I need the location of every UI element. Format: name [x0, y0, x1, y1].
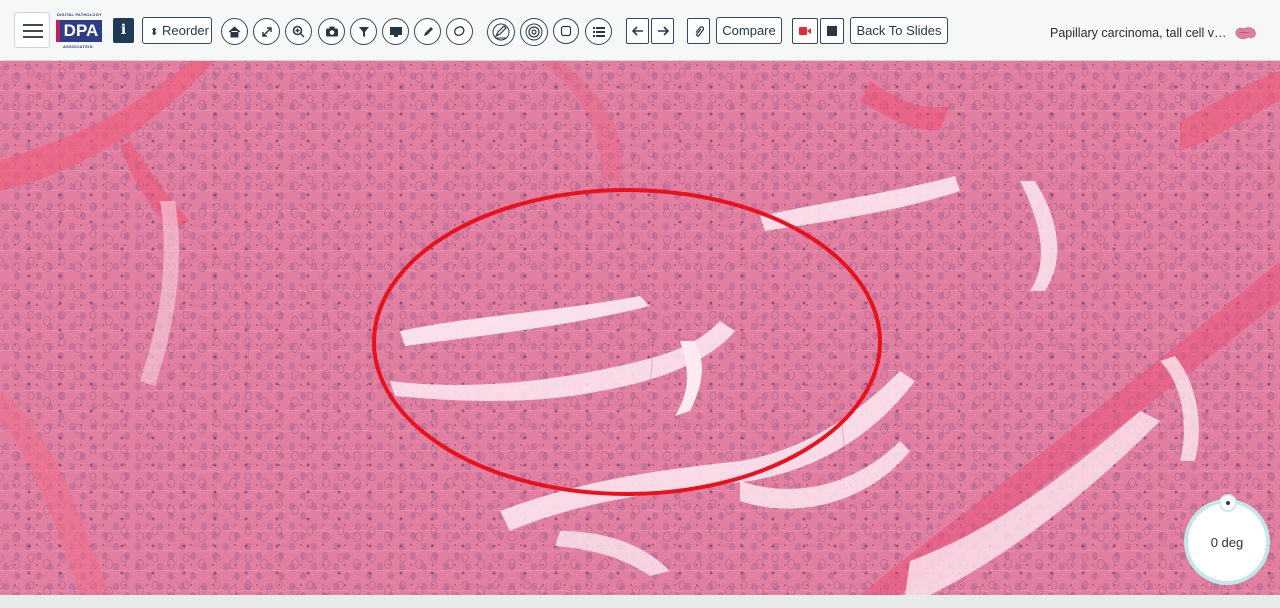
square-icon [560, 25, 572, 37]
attachment-button[interactable] [687, 18, 710, 44]
camera-icon [325, 26, 338, 37]
slide-title: Papillary carcinoma, tall cell variant [1050, 26, 1228, 40]
target-button[interactable] [520, 18, 548, 46]
tissue-image[interactable] [0, 61, 1280, 595]
monitor-icon [389, 26, 402, 37]
hamburger-menu-button[interactable] [14, 12, 50, 48]
filter-button[interactable] [350, 18, 377, 45]
compare-button[interactable]: Compare [716, 17, 782, 44]
stop-button[interactable] [820, 18, 844, 44]
lasso-icon [454, 26, 465, 36]
footer-bar [0, 595, 1280, 608]
lasso-button[interactable] [446, 18, 473, 45]
arrow-right-icon [657, 26, 669, 36]
info-button[interactable]: i [113, 18, 134, 43]
slide-thumbnail[interactable] [1233, 25, 1257, 41]
home-icon [228, 25, 241, 37]
filter-icon [358, 26, 369, 37]
draw-button[interactable] [414, 18, 441, 45]
rectangle-tool-button[interactable] [553, 18, 579, 44]
rotation-value: 0 deg [1210, 534, 1244, 550]
zoom-in-icon [292, 25, 305, 38]
top-toolbar: DIGITAL PATHOLOGY DPA ASSOCIATION i ⬍ Re… [0, 0, 1280, 61]
draw-edit-icon [492, 23, 510, 41]
sort-icon: ⬍ [150, 27, 159, 38]
record-button[interactable] [792, 18, 818, 44]
home-button[interactable] [221, 18, 248, 45]
pencil-icon [423, 26, 433, 36]
zoom-button[interactable] [285, 18, 312, 45]
paperclip-icon [695, 25, 704, 37]
fullscreen-button[interactable] [253, 18, 280, 45]
snapshot-button[interactable] [318, 18, 345, 45]
logo-subtitle: ASSOCIATION [63, 44, 93, 49]
reorder-button[interactable]: ⬍ Reorder [142, 17, 212, 44]
expand-icon [261, 26, 272, 37]
reorder-label: Reorder [162, 23, 209, 38]
annotation-edit-button[interactable] [487, 18, 515, 46]
logo-mark: DPA [56, 20, 102, 42]
rotation-handle[interactable] [1219, 494, 1237, 512]
slide-viewer[interactable] [0, 61, 1280, 595]
list-icon [592, 26, 605, 37]
previous-slide-button[interactable] [626, 18, 649, 44]
target-icon [525, 23, 543, 41]
video-camera-icon [799, 27, 811, 35]
dpa-logo: DIGITAL PATHOLOGY DPA ASSOCIATION [55, 11, 103, 49]
annotation-list-button[interactable] [585, 18, 612, 45]
back-to-slides-button[interactable]: Back To Slides [850, 17, 948, 44]
next-slide-button[interactable] [651, 18, 674, 44]
arrow-left-icon [631, 26, 643, 36]
logo-tagline: DIGITAL PATHOLOGY [57, 12, 102, 17]
presentation-button[interactable] [382, 18, 409, 45]
stop-icon [827, 26, 837, 36]
